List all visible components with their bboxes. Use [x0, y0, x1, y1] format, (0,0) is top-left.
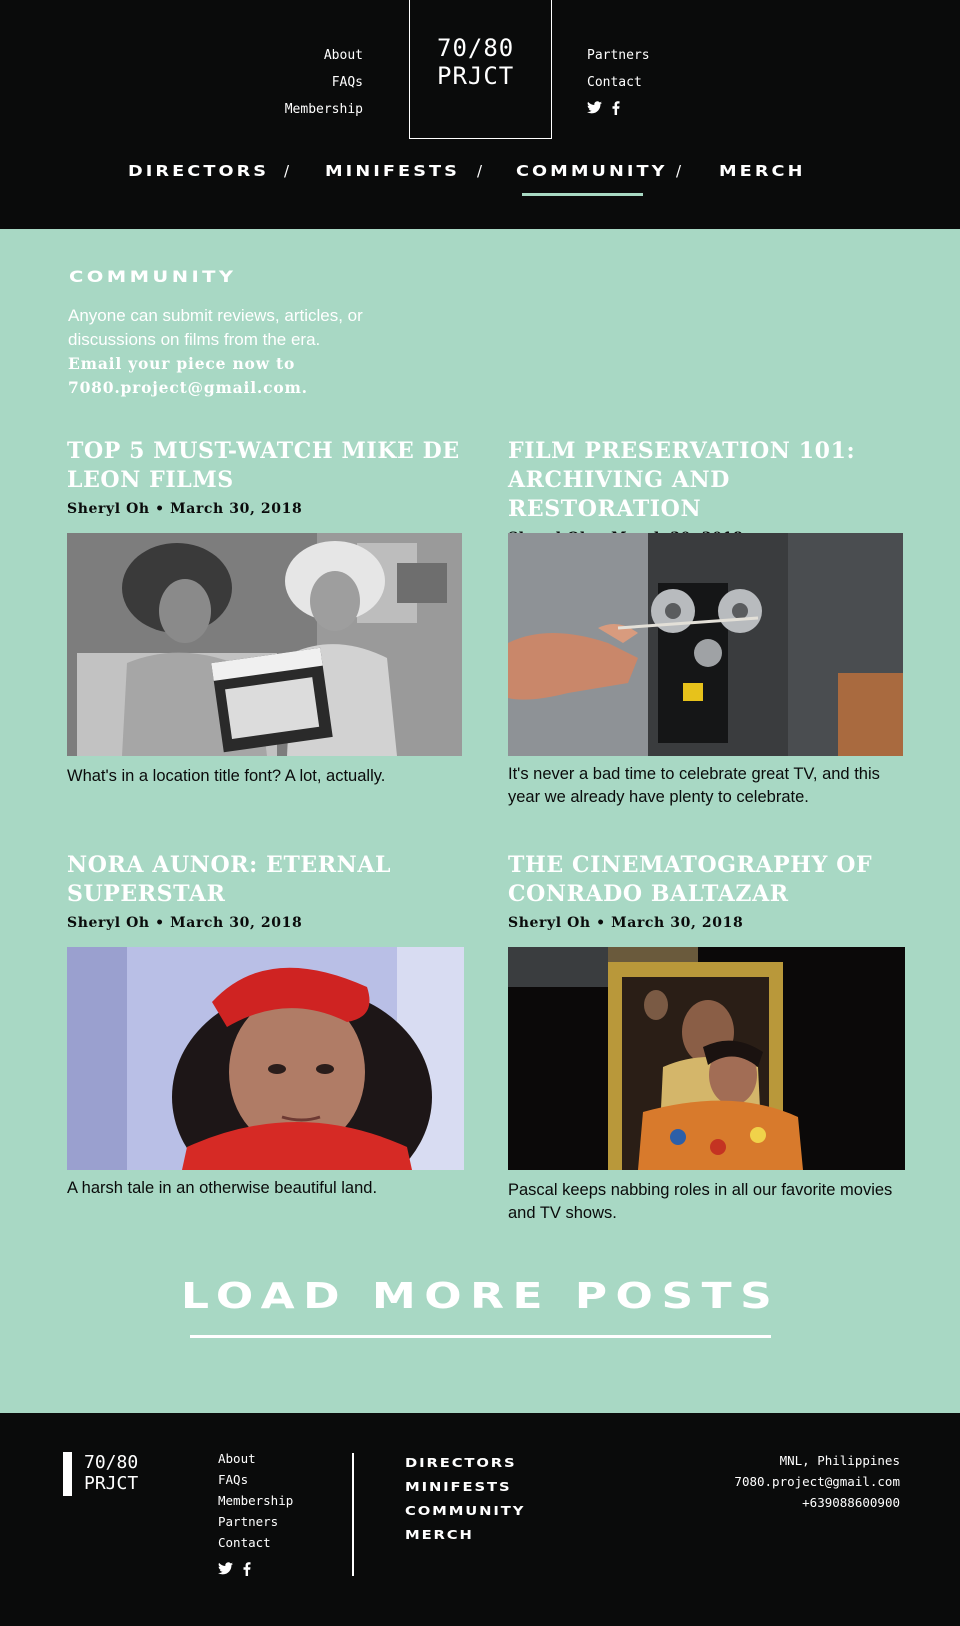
footer-location: MNL, Philippines: [779, 1453, 900, 1468]
footer-nav-directors[interactable]: DIRECTORS: [405, 1451, 525, 1475]
load-more-button[interactable]: LOAD MORE POSTS: [181, 1276, 772, 1317]
section-title: COMMUNITY: [69, 267, 237, 286]
main-nav: DIRECTORS / MINIFESTS / COMMUNITY / MERC…: [0, 162, 960, 202]
nav-active-indicator: [522, 193, 643, 196]
post-title[interactable]: Nora Aunor: Eternal Superstar: [67, 851, 462, 909]
logo-line-1: 70/80: [437, 34, 515, 62]
post-image[interactable]: [67, 533, 462, 756]
post-title[interactable]: The Cinematography of Conrado Baltazar: [508, 851, 903, 909]
twitter-icon[interactable]: [587, 101, 602, 115]
load-more-underline: [190, 1335, 771, 1338]
post-image[interactable]: [508, 947, 905, 1170]
intro-text: Anyone can submit reviews, articles, or …: [68, 306, 363, 349]
post-excerpt: A harsh tale in an otherwise beautiful l…: [67, 1179, 378, 1197]
footer-link-faqs[interactable]: FAQs: [218, 1469, 293, 1490]
site-logo[interactable]: 70/80 PRJCT: [409, 0, 552, 139]
footer-social: [218, 1562, 293, 1576]
header-links-right: Partners Contact: [587, 42, 650, 115]
post-image[interactable]: [508, 533, 903, 756]
footer-nav-minifests[interactable]: MINIFESTS: [405, 1475, 525, 1499]
post-meta: Sheryl Oh • March 30, 2018: [508, 915, 744, 931]
post-title[interactable]: Film Preservation 101: Archiving and Res…: [508, 437, 903, 524]
post-excerpt: What's in a location title font? A lot, …: [67, 767, 386, 785]
site-footer: 70/80 PRJCT About FAQs Membership Partne…: [0, 1413, 960, 1626]
header-link-about[interactable]: About: [285, 42, 363, 69]
header-link-partners[interactable]: Partners: [587, 42, 650, 69]
logo-text: 70/80 PRJCT: [437, 34, 514, 90]
post-excerpt: Pascal keeps nabbing roles in all our fa…: [508, 1181, 893, 1222]
post-card[interactable]: Nora Aunor: Eternal Superstar Sheryl Oh …: [67, 851, 464, 1211]
footer-logo[interactable]: 70/80 PRJCT: [84, 1452, 138, 1494]
site-header: About FAQs Membership 70/80 PRJCT Partne…: [0, 0, 960, 229]
footer-contact: MNL, Philippines 7080.project@gmail.com …: [734, 1450, 900, 1513]
header-social: [587, 101, 650, 115]
logo-line-2: PRJCT: [437, 62, 515, 90]
nav-separator: /: [477, 162, 483, 180]
post-meta: Sheryl Oh • March 30, 2018: [67, 915, 303, 931]
footer-link-about[interactable]: About: [218, 1448, 293, 1469]
header-link-contact[interactable]: Contact: [587, 69, 650, 96]
footer-nav-merch[interactable]: MERCH: [405, 1523, 525, 1547]
header-link-faqs[interactable]: FAQs: [285, 69, 363, 96]
footer-nav-community[interactable]: COMMUNITY: [405, 1499, 525, 1523]
post-title[interactable]: Top 5 Must-Watch Mike De Leon Films: [67, 437, 462, 495]
nav-separator: /: [676, 162, 682, 180]
community-section: COMMUNITY Anyone can submit reviews, art…: [0, 229, 960, 1413]
header-links-left: About FAQs Membership: [285, 42, 363, 123]
header-link-membership[interactable]: Membership: [285, 96, 363, 123]
footer-links: About FAQs Membership Partners Contact: [218, 1448, 293, 1576]
twitter-icon[interactable]: [218, 1562, 233, 1576]
footer-divider: [352, 1453, 354, 1576]
footer-nav: DIRECTORS MINIFESTS COMMUNITY MERCH: [405, 1451, 523, 1547]
footer-logo-line-2: PRJCT: [84, 1473, 139, 1494]
facebook-icon[interactable]: [243, 1562, 251, 1576]
footer-phone[interactable]: +639088600900: [734, 1492, 900, 1513]
footer-email[interactable]: 7080.project@gmail.com: [734, 1471, 900, 1492]
load-more-label: LOAD MORE POSTS: [180, 1276, 781, 1317]
nav-item-community[interactable]: COMMUNITY: [516, 162, 668, 180]
post-card[interactable]: The Cinematography of Conrado Baltazar S…: [508, 851, 905, 1231]
footer-link-membership[interactable]: Membership: [218, 1490, 293, 1511]
post-card[interactable]: Film Preservation 101: Archiving and Res…: [508, 437, 903, 817]
footer-link-partners[interactable]: Partners: [218, 1511, 293, 1532]
nav-item-minifests[interactable]: MINIFESTS: [325, 162, 460, 180]
footer-logo-bar: [63, 1452, 72, 1496]
nav-separator: /: [284, 162, 290, 180]
nav-item-directors[interactable]: DIRECTORS: [128, 162, 269, 180]
post-excerpt: It's never a bad time to celebrate great…: [508, 765, 880, 806]
post-meta: Sheryl Oh • March 30, 2018: [67, 501, 303, 517]
nav-item-merch[interactable]: MERCH: [719, 162, 805, 180]
footer-link-contact[interactable]: Contact: [218, 1532, 293, 1553]
footer-logo-line-1: 70/80: [84, 1452, 139, 1473]
post-image[interactable]: [67, 947, 464, 1170]
post-card[interactable]: Top 5 Must-Watch Mike De Leon Films Sher…: [67, 437, 462, 797]
intro-email-cta[interactable]: Email your piece now to 7080.project@gma…: [68, 352, 388, 400]
facebook-icon[interactable]: [612, 101, 620, 115]
